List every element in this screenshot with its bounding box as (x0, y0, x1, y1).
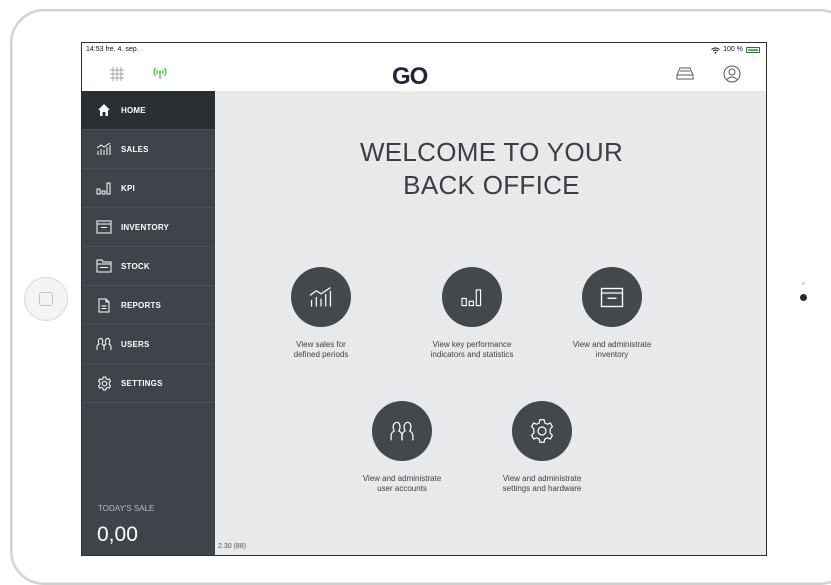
tile-sales[interactable]: View sales for defined periods (251, 267, 391, 360)
sidebar-item-inventory[interactable]: INVENTORY (82, 208, 215, 247)
tile-caption-line: View sales for (296, 340, 346, 349)
tile-caption-line: View and administrate (362, 474, 442, 483)
status-time: 14:53 (86, 46, 104, 53)
tile-circle[interactable] (512, 401, 572, 461)
app-screen: 14:53 fre. 4. sep. 100 % GO HOME SALES K… (81, 42, 767, 556)
tile-caption: View and administrate inventory (542, 340, 682, 360)
tile-caption-line: inventory (595, 350, 629, 359)
tile-caption-line: defined periods (293, 350, 349, 359)
sidebar: HOME SALES KPI INVENTORY STOCK REPORTS U… (82, 91, 215, 555)
tile-caption-line: View and administrate (572, 340, 652, 349)
home-icon (95, 101, 113, 119)
sidebar-item-settings[interactable]: SETTINGS (82, 364, 215, 403)
tile-caption-line: View and administrate (502, 474, 582, 483)
tile-caption-line: View key performance (432, 340, 512, 349)
welcome-title-line1: WELCOME TO YOUR (359, 137, 624, 167)
main-content: WELCOME TO YOUR BACK OFFICE View sales f… (215, 91, 766, 555)
todays-sale-label: TODAY'S SALE (98, 504, 155, 513)
sidebar-item-label: REPORTS (121, 300, 162, 310)
ipad-home-button[interactable] (24, 277, 68, 321)
sidebar-item-users[interactable]: USERS (82, 325, 215, 364)
sidebar-item-sales[interactable]: SALES (82, 130, 215, 169)
battery-icon (746, 47, 760, 53)
wifi-icon (711, 46, 720, 54)
sidebar-item-kpi[interactable]: KPI (82, 169, 215, 208)
signal-antenna-icon[interactable] (152, 66, 168, 80)
ipad-sensor (802, 282, 805, 285)
tile-settings[interactable]: View and administrate settings and hardw… (472, 401, 612, 494)
kpi-bars-icon (461, 289, 482, 307)
tile-circle[interactable] (291, 267, 351, 327)
todays-sale-value: 0,00 (97, 523, 138, 546)
ipad-camera (800, 294, 807, 301)
tile-caption: View key performance indicators and stat… (402, 340, 542, 360)
tile-caption-line: indicators and statistics (430, 350, 514, 359)
inventory-box-icon (95, 218, 113, 236)
sidebar-item-label: USERS (121, 339, 150, 349)
status-right: 100 % (711, 43, 760, 57)
tile-circle[interactable] (442, 267, 502, 327)
tile-caption: View sales for defined periods (251, 340, 391, 360)
tile-caption-line: user accounts (377, 484, 427, 493)
sidebar-item-label: STOCK (121, 261, 150, 271)
sidebar-item-stock[interactable]: STOCK (82, 247, 215, 286)
settings-gear-icon (95, 374, 113, 392)
sidebar-item-reports[interactable]: REPORTS (82, 286, 215, 325)
user-profile-icon[interactable] (723, 65, 741, 83)
tile-caption: View and administrate user accounts (332, 474, 472, 494)
welcome-title-line2: BACK OFFICE (403, 170, 580, 200)
top-bar: GO (82, 57, 766, 91)
tile-kpi[interactable]: View key performance indicators and stat… (402, 267, 542, 360)
tile-circle[interactable] (372, 401, 432, 461)
tile-circle[interactable] (582, 267, 642, 327)
sidebar-item-label: INVENTORY (121, 222, 170, 232)
app-version: 2.30 (88) (218, 543, 247, 550)
tile-caption: View and administrate settings and hardw… (472, 474, 612, 494)
stock-folder-icon (95, 257, 113, 275)
kpi-bars-icon (95, 179, 113, 197)
sales-chart-icon (95, 140, 113, 158)
tile-caption-line: settings and hardware (502, 484, 582, 493)
tile-users[interactable]: View and administrate user accounts (332, 401, 472, 494)
printer-icon[interactable] (676, 67, 694, 80)
status-date: fre. 4. sep. (105, 46, 139, 53)
tile-inventory[interactable]: View and administrate inventory (542, 267, 682, 360)
status-bar: 14:53 fre. 4. sep. 100 % (82, 43, 766, 57)
sales-chart-icon (309, 287, 332, 307)
users-icon (390, 421, 414, 441)
grid-icon[interactable] (109, 67, 125, 81)
sidebar-item-label: HOME (121, 105, 146, 115)
reports-document-icon (95, 296, 113, 314)
go-logo: GO (392, 63, 428, 90)
status-time-date: 14:53 fre. 4. sep. (86, 43, 139, 57)
settings-gear-icon (530, 419, 554, 443)
sidebar-item-home[interactable]: HOME (82, 91, 215, 130)
sidebar-item-label: SALES (121, 144, 149, 154)
sidebar-item-label: KPI (121, 183, 135, 193)
sidebar-item-label: SETTINGS (121, 378, 163, 388)
inventory-box-icon (600, 287, 624, 307)
battery-percent: 100 % (723, 46, 743, 53)
users-icon (95, 335, 113, 353)
